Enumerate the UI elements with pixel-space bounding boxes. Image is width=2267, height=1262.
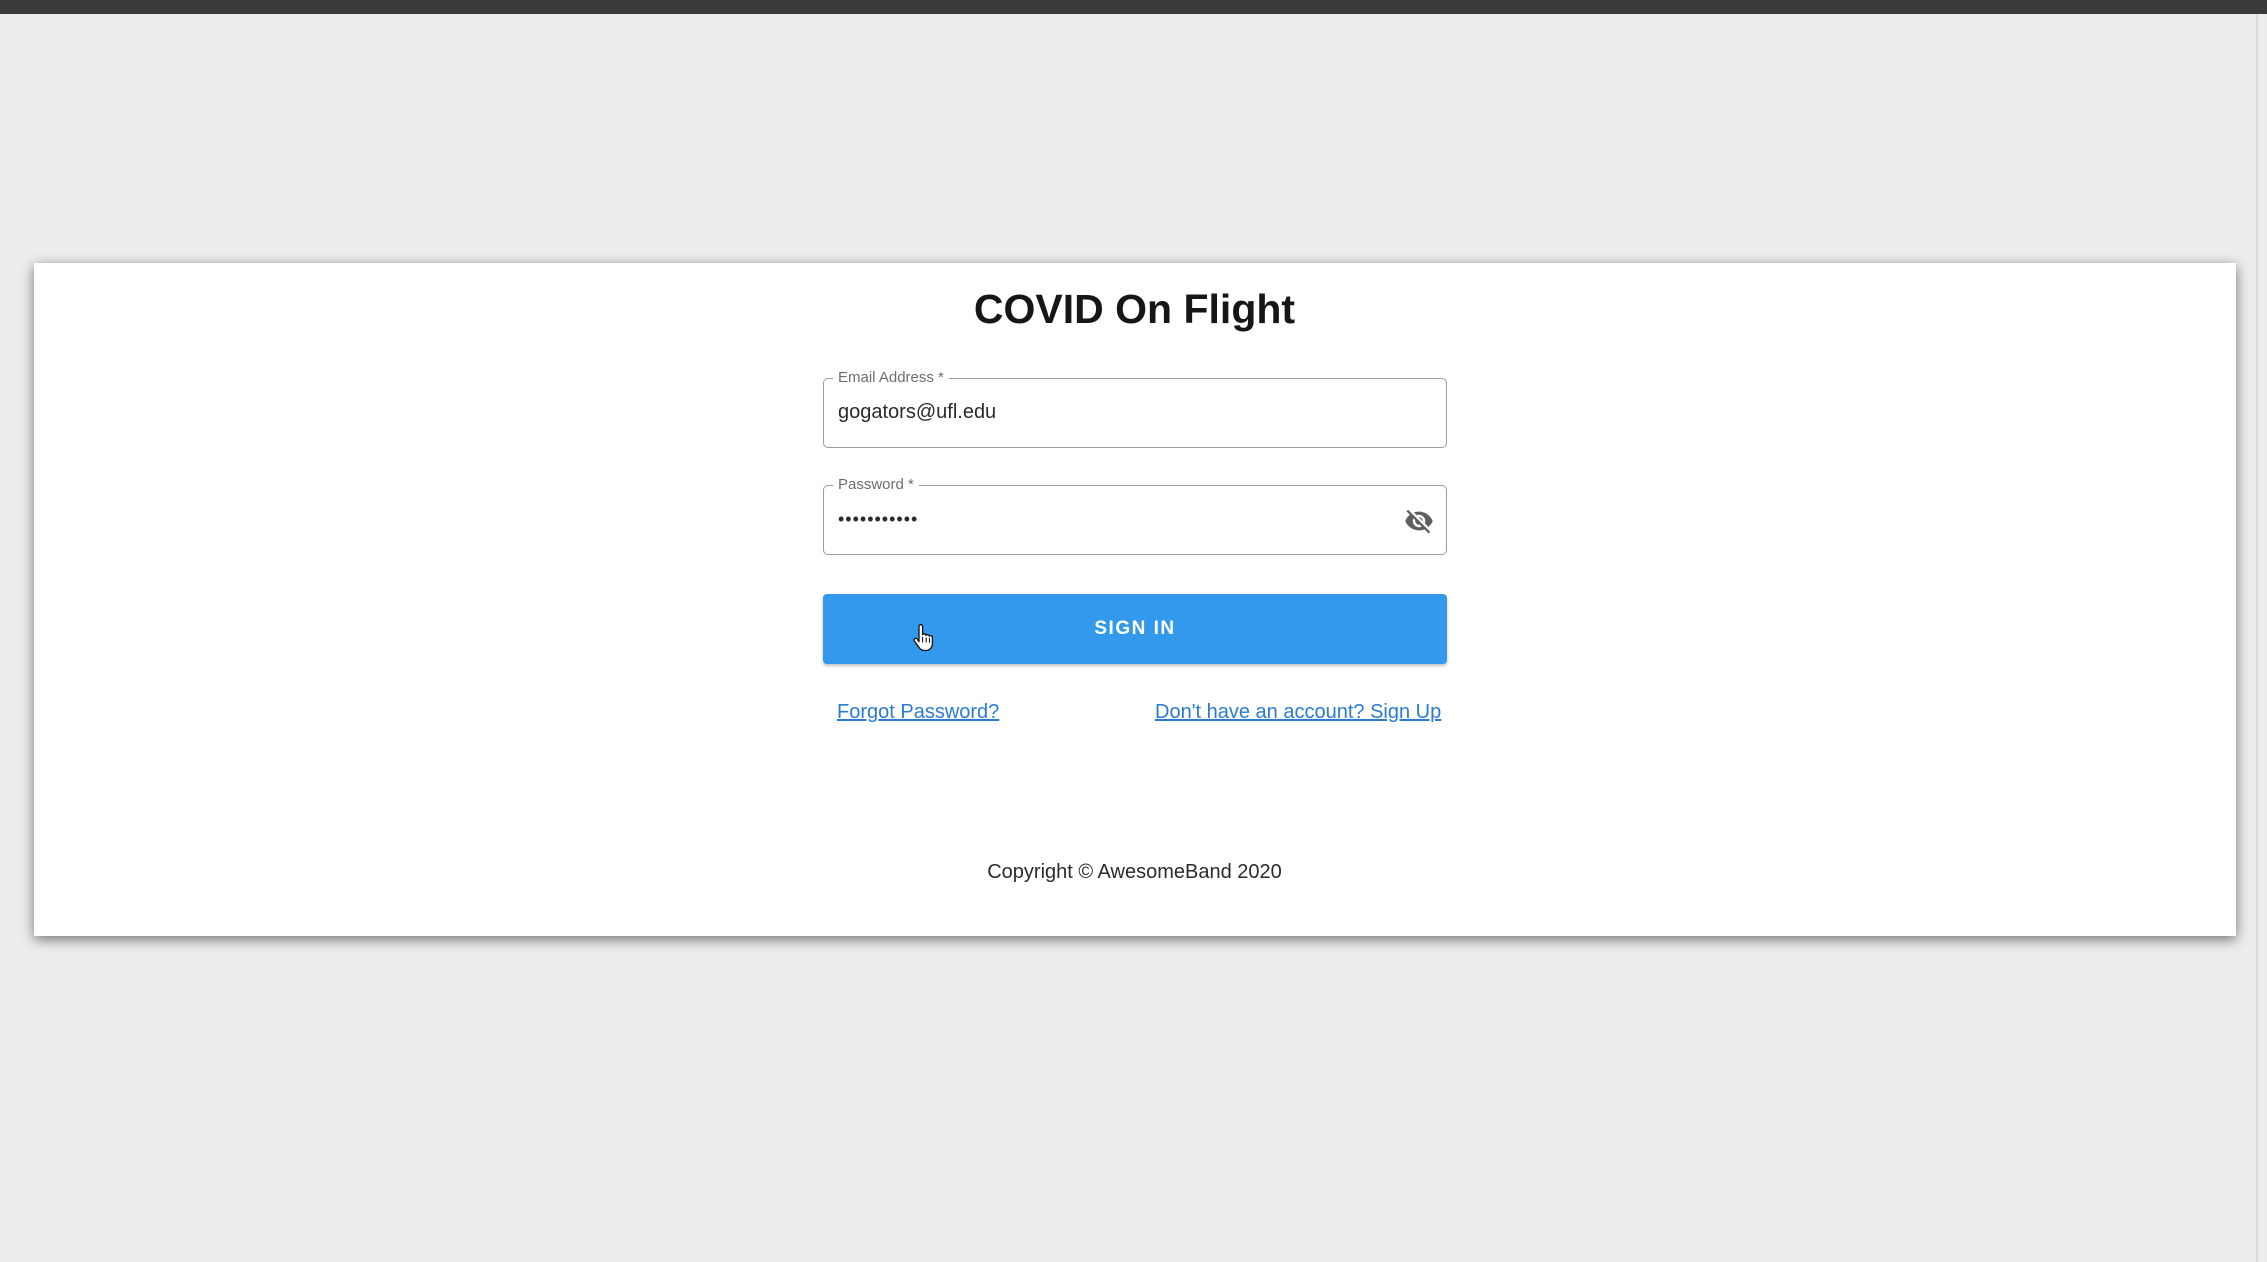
email-field[interactable]: Email Address * gogators@ufl.edu: [823, 369, 1447, 448]
page-title: COVID On Flight: [973, 286, 1296, 332]
copyright-text: Copyright © AwesomeBand 2020: [987, 861, 1282, 883]
eye-off-icon[interactable]: [1404, 506, 1434, 536]
window-top-bar: [0, 0, 2267, 14]
page-edge-line: [2256, 14, 2258, 1262]
forgot-password-link[interactable]: Forgot Password?: [837, 700, 999, 724]
password-field[interactable]: Password * •••••••••••: [823, 476, 1447, 555]
hand-pointer-cursor-icon: [913, 624, 935, 652]
password-field-value[interactable]: •••••••••••: [838, 486, 918, 553]
email-field-value[interactable]: gogators@ufl.edu: [838, 379, 996, 446]
sign-up-link[interactable]: Don't have an account? Sign Up: [1155, 700, 1441, 724]
